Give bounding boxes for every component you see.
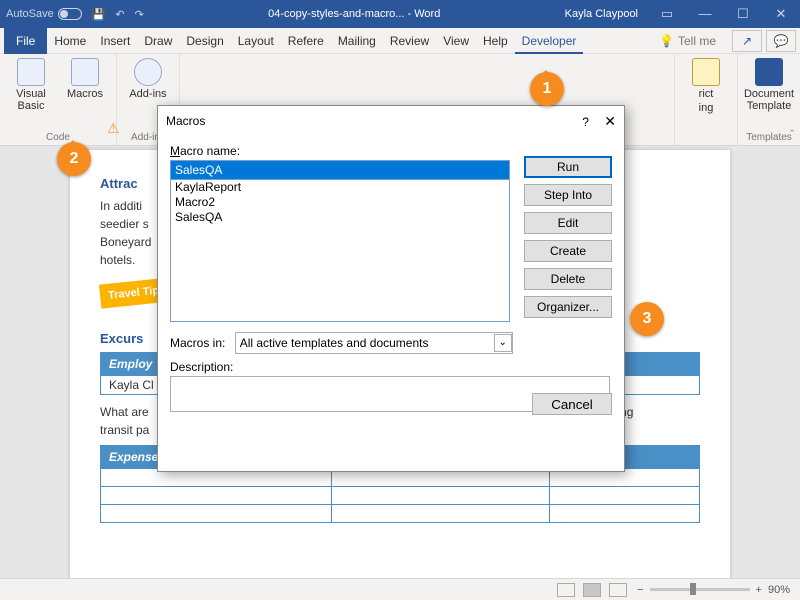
description-label: Description: [170,360,612,374]
delete-button[interactable]: Delete [524,268,612,290]
tab-home[interactable]: Home [47,28,93,54]
macro-list[interactable]: KaylaReport Macro2 SalesQA [170,180,510,322]
restrict-label-2: ing [699,102,714,114]
list-item[interactable]: Macro2 [171,195,509,210]
cancel-button[interactable]: Cancel [532,393,612,415]
ribbon-options-icon[interactable]: ▭ [648,0,686,28]
close-icon[interactable]: ✕ [604,113,616,129]
dialog-button-column: Run Step Into Edit Create Delete Organiz… [524,156,612,318]
visual-basic-button[interactable]: Visual Basic [8,58,54,112]
group-label-templates: Templates [746,132,792,143]
addins-icon [134,58,162,86]
read-mode-icon[interactable] [557,583,575,597]
tab-view[interactable]: View [436,28,476,54]
macros-button[interactable]: Macros [62,58,108,112]
autosave-group: AutoSave [6,8,82,20]
tab-file[interactable]: File [4,28,47,54]
window-buttons: ▭ — ☐ ✕ [648,0,800,28]
zoom-level[interactable]: 90% [768,584,790,596]
document-title: 04-copy-styles-and-macro... - Word [144,8,565,20]
edit-button[interactable]: Edit [524,212,612,234]
document-template-label: Document Template [744,88,794,112]
macros-label: Macros [67,88,103,100]
save-icon[interactable]: 💾 [92,8,106,21]
tab-layout[interactable]: Layout [231,28,281,54]
collapse-ribbon-icon[interactable]: ˆ [790,129,794,141]
tab-developer[interactable]: Developer [515,28,584,54]
zoom-out-icon[interactable]: − [637,584,643,596]
list-item[interactable]: SalesQA [171,210,509,225]
addins-label: Add-ins [129,88,166,100]
ribbon-tabs: File Home Insert Draw Design Layout Refe… [0,28,800,54]
print-layout-icon[interactable] [583,583,601,597]
tab-references[interactable]: Refere [281,28,331,54]
web-layout-icon[interactable] [609,583,627,597]
user-name: Kayla Claypool [565,8,638,20]
list-item[interactable]: KaylaReport [171,180,509,195]
word-template-icon [755,58,783,86]
view-buttons [557,583,627,597]
redo-icon[interactable]: ↷ [135,8,144,21]
restrict-editing-button[interactable]: rict ing [683,58,729,114]
zoom-in-icon[interactable]: + [756,584,762,596]
quick-access-toolbar: 💾 ↶ ↷ [92,8,144,21]
autosave-toggle[interactable] [58,8,82,20]
run-button[interactable]: Run [524,156,612,178]
dialog-titlebar: Macros ? ✕ [158,106,624,136]
create-button[interactable]: Create [524,240,612,262]
autosave-label: AutoSave [6,8,54,20]
visual-basic-label: Visual Basic [8,88,54,112]
macros-in-value: All active templates and documents [240,336,429,350]
tab-help[interactable]: Help [476,28,515,54]
callout-2: 2 [57,142,91,176]
tab-review[interactable]: Review [383,28,436,54]
organizer-button[interactable]: Organizer... [524,296,612,318]
status-bar: − + 90% [0,578,800,600]
ribbon-group-code: Visual Basic Macros Code [0,54,117,145]
callout-3: 3 [630,302,664,336]
maximize-icon[interactable]: ☐ [724,0,762,28]
visual-basic-icon [17,58,45,86]
macros-dialog: Macros ? ✕ Macro name: KaylaReport Macro… [157,105,625,472]
step-into-button[interactable]: Step Into [524,184,612,206]
callout-1: 1 [530,72,564,106]
zoom-control: − + 90% [637,584,790,596]
tab-draw[interactable]: Draw [137,28,179,54]
lightbulb-icon: 💡 [659,34,674,48]
macros-icon [71,58,99,86]
minimize-icon[interactable]: — [686,0,724,28]
tell-me[interactable]: 💡 Tell me [651,34,724,48]
title-bar: AutoSave 💾 ↶ ↷ 04-copy-styles-and-macro.… [0,0,800,28]
close-icon[interactable]: ✕ [762,0,800,28]
zoom-slider[interactable] [650,588,750,591]
addins-button[interactable]: Add-ins [125,58,171,100]
ribbon-group-protect: rict ing [675,54,738,145]
macros-in-combo[interactable]: All active templates and documents ⌄ [235,332,513,354]
chevron-down-icon[interactable]: ⌄ [494,334,512,352]
tab-insert[interactable]: Insert [93,28,137,54]
lock-icon [692,58,720,86]
warning-icon: ⚠ [107,120,120,137]
macros-in-label: Macros in: [170,336,225,350]
restrict-label-1: rict [699,88,714,100]
undo-icon[interactable]: ↶ [115,8,124,21]
tell-me-label: Tell me [678,34,716,48]
macro-name-input[interactable] [170,160,510,180]
dialog-title: Macros [166,114,205,128]
comments-icon[interactable]: 💬 [766,30,796,52]
document-template-button[interactable]: Document Template [746,58,792,112]
tab-design[interactable]: Design [179,28,230,54]
tab-mailings[interactable]: Mailing [331,28,383,54]
help-icon[interactable]: ? [582,115,589,129]
share-icon[interactable]: ↗ [732,30,762,52]
